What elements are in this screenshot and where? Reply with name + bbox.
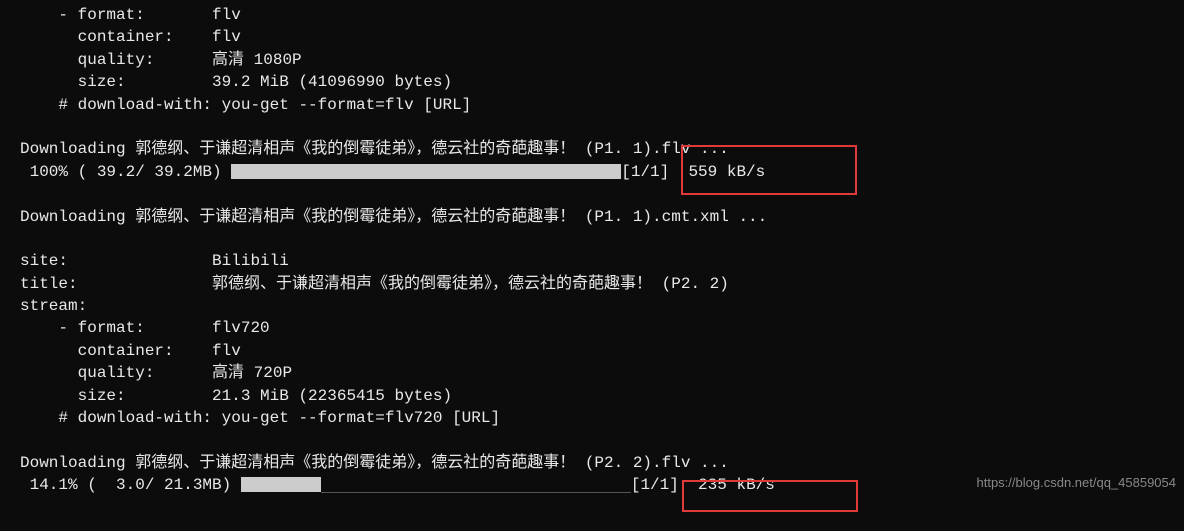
size-line-2: size: 21.3 MiB (22365415 bytes) xyxy=(0,385,1184,407)
blank-line xyxy=(0,116,1184,138)
title-line: title: 郭德纲、于谦超清相声《我的倒霉徒弟》，德云社的奇葩趣事！ (P2.… xyxy=(0,273,1184,295)
progress-line-1: 100% ( 39.2/ 39.2MB) [1/1] 559 kB/s xyxy=(0,161,1184,183)
downloading-line-1b: Downloading 郭德纲、于谦超清相声《我的倒霉徒弟》，德云社的奇葩趣事！… xyxy=(0,206,1184,228)
quality-line: quality: 高清 1080P xyxy=(0,49,1184,71)
progress-bar-2-fill xyxy=(241,477,321,492)
stream-line: stream: xyxy=(0,295,1184,317)
progress-stats-2: [1/1] 235 kB/s xyxy=(631,476,775,494)
progress-text-1: 100% ( 39.2/ 39.2MB) xyxy=(20,163,231,181)
progress-text-2: 14.1% ( 3.0/ 21.3MB) xyxy=(20,476,241,494)
site-line: site: Bilibili xyxy=(0,250,1184,272)
container-line-2: container: flv xyxy=(0,340,1184,362)
container-line: container: flv xyxy=(0,26,1184,48)
blank-line xyxy=(0,183,1184,205)
progress-stats-1: [1/1] 559 kB/s xyxy=(621,163,765,181)
progress-bar-1 xyxy=(231,164,621,179)
progress-bar-2-empty xyxy=(321,477,631,493)
quality-line-2: quality: 高清 720P xyxy=(0,362,1184,384)
download-with-line-2: # download-with: you-get --format=flv720… xyxy=(0,407,1184,429)
download-with-line: # download-with: you-get --format=flv [U… xyxy=(0,94,1184,116)
blank-line xyxy=(0,228,1184,250)
format-line-2: - format: flv720 xyxy=(0,317,1184,339)
watermark-text: https://blog.csdn.net/qq_45859054 xyxy=(977,474,1177,492)
blank-line xyxy=(0,429,1184,451)
format-line: - format: flv xyxy=(0,4,1184,26)
downloading-line-2: Downloading 郭德纲、于谦超清相声《我的倒霉徒弟》，德云社的奇葩趣事！… xyxy=(0,452,1184,474)
downloading-line-1: Downloading 郭德纲、于谦超清相声《我的倒霉徒弟》，德云社的奇葩趣事！… xyxy=(0,138,1184,160)
terminal-output: - format: flv container: flv quality: 高清… xyxy=(0,0,1184,497)
size-line: size: 39.2 MiB (41096990 bytes) xyxy=(0,71,1184,93)
